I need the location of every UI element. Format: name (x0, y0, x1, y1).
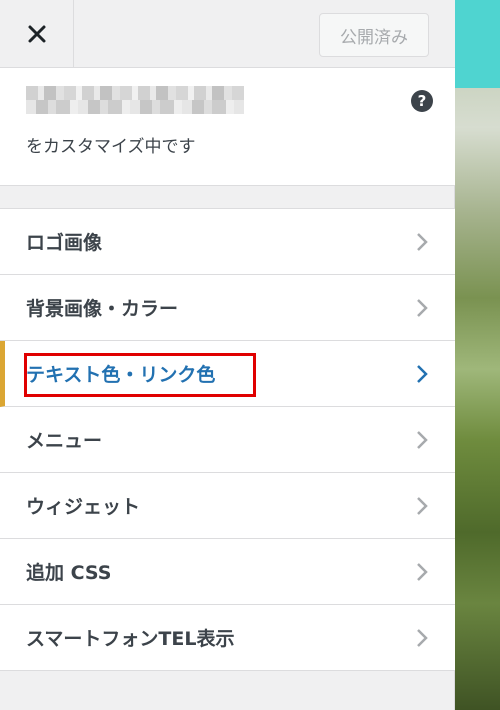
menu-item-label: 背景画像・カラー (26, 298, 179, 320)
menu-item-logo-image[interactable]: ロゴ画像 (0, 209, 455, 275)
customizer-menu: ロゴ画像 背景画像・カラー テキスト色・リンク色 メニュー ウィジェット 追加 … (0, 208, 455, 671)
menu-item-label: ウィジェット (26, 496, 141, 518)
menu-item-smartphone-tel[interactable]: スマートフォンTEL表示 (0, 605, 455, 671)
menu-item-label: 追加 CSS (26, 562, 112, 584)
menu-item-label: メニュー (26, 430, 103, 452)
chevron-right-icon (417, 496, 428, 515)
chevron-right-icon (417, 232, 428, 251)
menu-item-text-link-color[interactable]: テキスト色・リンク色 (0, 341, 455, 407)
chevron-right-icon (417, 562, 428, 581)
menu-item-menus[interactable]: メニュー (0, 407, 455, 473)
red-highlight-box (24, 353, 256, 397)
menu-item-label: スマートフォンTEL表示 (26, 628, 235, 650)
chevron-right-icon (417, 298, 428, 317)
chevron-right-icon (417, 364, 428, 383)
menu-item-background[interactable]: 背景画像・カラー (0, 275, 455, 341)
chevron-right-icon (417, 430, 428, 449)
chevron-right-icon (417, 628, 428, 647)
menu-item-widgets[interactable]: ウィジェット (0, 473, 455, 539)
menu-item-label: ロゴ画像 (26, 232, 103, 254)
menu-item-additional-css[interactable]: 追加 CSS (0, 539, 455, 605)
publish-button[interactable]: 公開済み (319, 13, 429, 57)
site-title-blurred (26, 86, 244, 114)
customizing-text: をカスタマイズ中です (26, 137, 196, 157)
customizer-panel: 公開済み ? をカスタマイズ中です ロゴ画像 背景画像・カラー テキスト色・リン… (0, 0, 455, 710)
customizer-header: 公開済み (0, 0, 455, 68)
site-preview (455, 0, 500, 710)
close-icon (28, 25, 45, 43)
help-icon[interactable]: ? (411, 90, 433, 112)
close-button[interactable] (0, 0, 74, 68)
site-info: ? をカスタマイズ中です (0, 68, 455, 186)
preview-header-strip (455, 0, 500, 88)
